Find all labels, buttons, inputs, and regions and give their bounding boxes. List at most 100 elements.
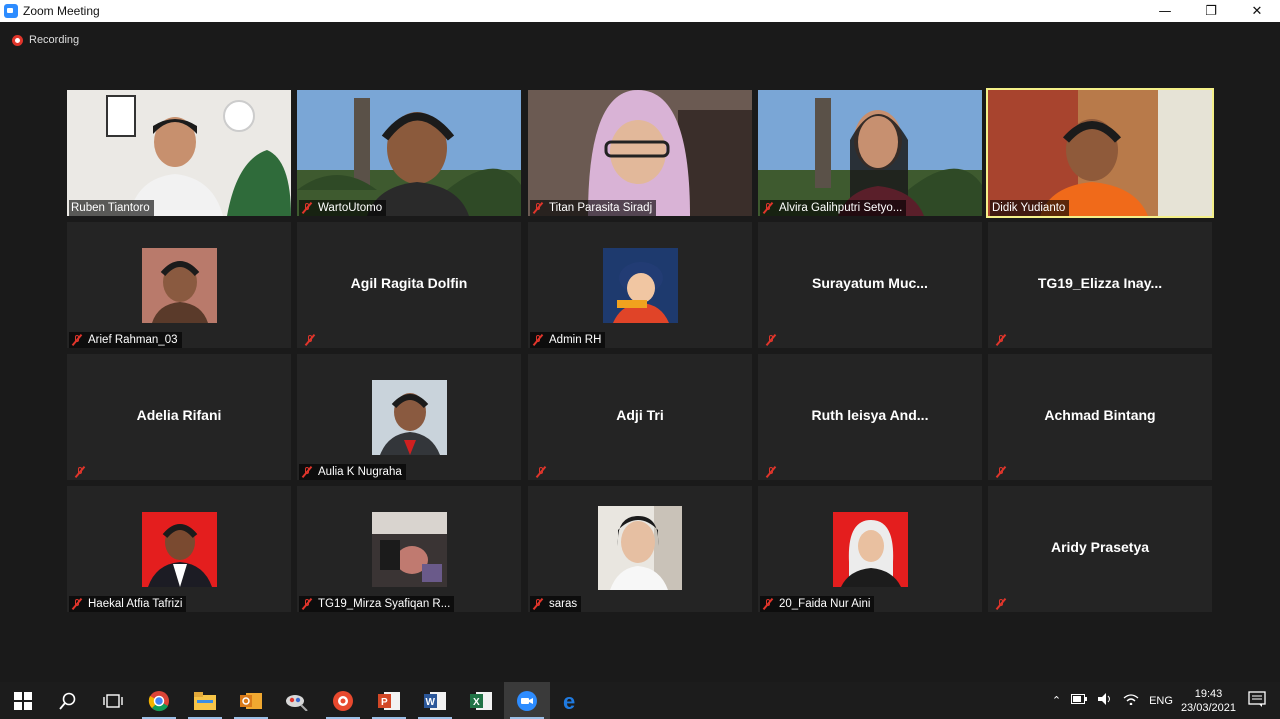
participant-name-label: Arief Rahman_03 — [69, 332, 182, 348]
participant-name-label: Aulia K Nugraha — [299, 464, 406, 480]
muted-mic-icon — [535, 466, 547, 478]
close-button[interactable]: ✕ — [1234, 0, 1280, 22]
muted-mic-icon — [301, 466, 313, 478]
participant-video — [988, 90, 1212, 216]
participant-avatar — [372, 512, 447, 587]
participant-tile-active-speaker[interactable]: Didik Yudianto — [986, 88, 1214, 218]
clock-time: 19:43 — [1194, 687, 1223, 700]
participant-tile[interactable]: 20_Faida Nur Aini — [758, 486, 982, 612]
battery-icon[interactable] — [1071, 694, 1088, 707]
participant-name-label: saras — [530, 596, 582, 612]
participant-display-name: Adji Tri — [616, 407, 664, 423]
outlook-icon[interactable] — [228, 682, 274, 719]
muted-mic-icon — [762, 202, 774, 214]
muted-mic-icon — [995, 334, 1007, 346]
participant-video — [67, 90, 291, 216]
participant-tile[interactable]: Agil Ragita Dolfin — [297, 222, 521, 348]
screen-recorder-icon[interactable] — [320, 682, 366, 719]
snipping-icon[interactable] — [274, 682, 320, 719]
start-icon[interactable] — [0, 682, 46, 719]
zoom-icon[interactable] — [504, 682, 550, 719]
participant-tile[interactable]: TG19_Mirza Syafiqan R... — [297, 486, 521, 612]
participant-name-label: TG19_Mirza Syafiqan R... — [299, 596, 455, 612]
participant-display-name: Surayatum Muc... — [812, 275, 928, 291]
muted-mic-icon — [71, 598, 83, 610]
svg-text:W: W — [426, 697, 436, 708]
task-view-icon[interactable] — [90, 682, 136, 719]
chrome-icon[interactable] — [136, 682, 182, 719]
participant-tile[interactable]: Ruben Tiantoro — [67, 90, 291, 216]
notifications-icon[interactable] — [1248, 691, 1266, 710]
participant-name-label: Haekal Atfia Tafrizi — [69, 596, 187, 612]
muted-mic-icon — [762, 598, 774, 610]
participant-tile[interactable]: Arief Rahman_03 — [67, 222, 291, 348]
wifi-icon[interactable] — [1123, 693, 1139, 708]
participant-video — [528, 90, 752, 216]
participant-name-label: Titan Parasita Siradj — [530, 200, 657, 216]
muted-mic-icon — [532, 598, 544, 610]
participant-tile[interactable]: Aridy Prasetya — [988, 486, 1212, 612]
participant-tile[interactable]: TG19_Elizza Inay... — [988, 222, 1212, 348]
muted-mic-icon — [995, 598, 1007, 610]
participant-display-name: Aridy Prasetya — [1050, 539, 1150, 555]
window-title: Zoom Meeting — [23, 4, 100, 18]
participant-avatar — [372, 380, 447, 455]
muted-mic-icon — [995, 466, 1007, 478]
muted-mic-icon — [301, 202, 313, 214]
muted-mic-icon — [765, 466, 777, 478]
meeting-gallery: Recording Ruben Tiantoro WartoUtomo Tita… — [0, 22, 1280, 682]
muted-mic-icon — [301, 598, 313, 610]
recording-icon — [12, 34, 23, 46]
file-explorer-icon[interactable] — [182, 682, 228, 719]
participant-tile[interactable]: Admin RH — [528, 222, 752, 348]
window-titlebar: Zoom Meeting — ❐ ✕ — [0, 0, 1280, 22]
clock[interactable]: 19:43 23/03/2021 — [1181, 687, 1236, 715]
chevron-up-icon[interactable]: ⌃ — [1052, 694, 1061, 707]
participant-tile[interactable]: saras — [528, 486, 752, 612]
participant-tile[interactable]: Titan Parasita Siradj — [528, 90, 752, 216]
participant-avatar — [598, 506, 682, 590]
maximize-button[interactable]: ❐ — [1188, 0, 1234, 22]
participant-tile[interactable]: Surayatum Muc... — [758, 222, 982, 348]
participant-tile[interactable]: Adelia Rifani — [67, 354, 291, 480]
language-indicator[interactable]: ENG — [1149, 695, 1173, 707]
participant-avatar — [142, 248, 217, 323]
participant-video — [297, 90, 521, 216]
muted-mic-icon — [532, 334, 544, 346]
participant-tile[interactable]: WartoUtomo — [297, 90, 521, 216]
recording-label: Recording — [29, 34, 80, 46]
powerpoint-icon[interactable]: P — [366, 682, 412, 719]
participant-name-label: 20_Faida Nur Aini — [760, 596, 875, 612]
participant-name-label: Alvira Galihputri Setyo... — [760, 200, 907, 216]
participant-tile[interactable]: Achmad Bintang — [988, 354, 1212, 480]
muted-mic-icon — [74, 466, 86, 478]
participant-tile[interactable]: Ruth leisya And... — [758, 354, 982, 480]
minimize-button[interactable]: — — [1142, 0, 1188, 22]
recording-indicator[interactable]: Recording — [12, 34, 79, 46]
participant-display-name: TG19_Elizza Inay... — [1037, 275, 1163, 291]
system-tray: ⌃ ENG 19:43 23/03/2021 — [1052, 682, 1280, 719]
participant-name-label: WartoUtomo — [299, 200, 387, 216]
svg-text:X: X — [473, 697, 480, 708]
search-icon[interactable] — [45, 682, 91, 719]
svg-text:P: P — [381, 697, 388, 708]
muted-mic-icon — [304, 334, 316, 346]
muted-mic-icon — [71, 334, 83, 346]
participant-tile[interactable]: Alvira Galihputri Setyo... — [758, 90, 982, 216]
participant-display-name: Adelia Rifani — [136, 407, 222, 423]
svg-text:e: e — [563, 690, 575, 712]
volume-icon[interactable] — [1097, 692, 1113, 709]
participant-avatar — [142, 512, 217, 587]
word-icon[interactable]: W — [412, 682, 458, 719]
participant-name-label: Ruben Tiantoro — [69, 200, 154, 216]
excel-icon[interactable]: X — [458, 682, 504, 719]
edge-icon[interactable]: e — [550, 682, 596, 719]
participant-display-name: Ruth leisya And... — [811, 407, 929, 423]
participant-tile[interactable]: Haekal Atfia Tafrizi — [67, 486, 291, 612]
participant-avatar — [603, 248, 678, 323]
participant-tile[interactable]: Aulia K Nugraha — [297, 354, 521, 480]
zoom-app-icon — [4, 4, 18, 18]
participant-tile[interactable]: Adji Tri — [528, 354, 752, 480]
participant-display-name: Achmad Bintang — [1044, 407, 1156, 423]
taskbar: P W X e ⌃ ENG 19:43 23/03/2021 — [0, 682, 1280, 719]
